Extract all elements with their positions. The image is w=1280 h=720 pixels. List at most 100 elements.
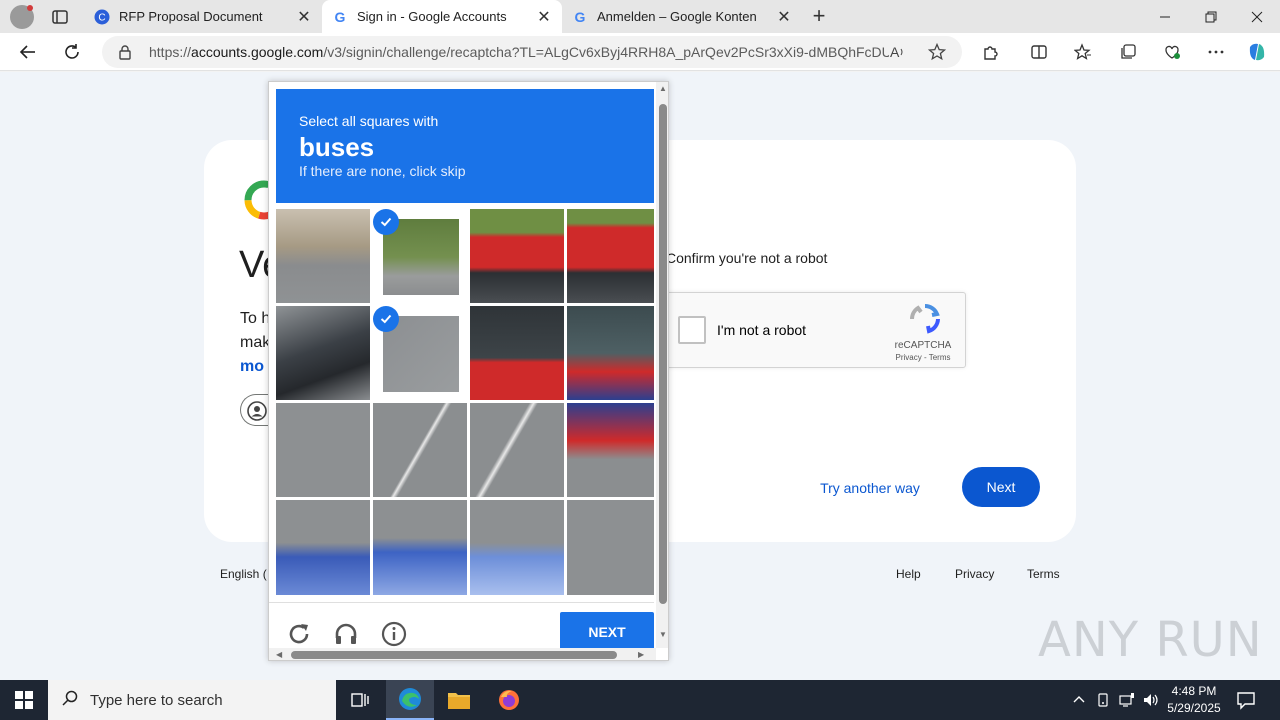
description-line: mak	[240, 334, 271, 351]
language-selector[interactable]: English (	[220, 567, 267, 581]
network-icon[interactable]	[1119, 692, 1135, 708]
taskbar-clock[interactable]: 4:48 PM 5/29/2025	[1160, 683, 1228, 717]
windows-start-icon[interactable]	[0, 680, 48, 720]
anyrun-watermark: ANY RUN	[1038, 612, 1263, 668]
image-tile[interactable]	[470, 500, 564, 595]
image-tile[interactable]	[276, 403, 370, 497]
selected-check-icon	[373, 209, 399, 235]
url-domain: accounts.google.com	[191, 44, 324, 60]
footer-terms-link[interactable]: Terms	[1027, 567, 1060, 581]
image-tile[interactable]	[567, 209, 654, 303]
learn-more-link[interactable]: mo	[240, 358, 264, 376]
svg-text:C: C	[98, 12, 105, 23]
scroll-up-icon[interactable]: ▲	[659, 84, 667, 93]
tray-overflow-chevron-icon[interactable]	[1071, 692, 1087, 708]
image-tile[interactable]	[470, 306, 564, 400]
more-options-icon[interactable]	[1205, 41, 1227, 63]
tray-device-icon[interactable]	[1095, 692, 1111, 708]
footer-help-link[interactable]: Help	[896, 567, 921, 581]
split-screen-icon[interactable]	[1028, 41, 1050, 63]
tab-sign-in-google[interactable]: G Sign in - Google Accounts ✕	[322, 0, 562, 33]
tab-anmelden-google[interactable]: G Anmelden – Google Konten ✕	[562, 0, 802, 33]
description-line: To h	[240, 310, 271, 327]
challenge-next-button[interactable]: NEXT	[560, 612, 654, 652]
image-tile[interactable]	[567, 500, 654, 595]
svg-text:G: G	[335, 9, 346, 25]
footer-privacy-link[interactable]: Privacy	[955, 567, 994, 581]
new-tab-icon[interactable]: +	[808, 5, 830, 27]
task-view-icon[interactable]	[336, 680, 384, 720]
browser-titlebar: C RFP Proposal Document ✕ G Sign in - Go…	[0, 0, 1280, 33]
try-another-way-button[interactable]: Try another way	[806, 468, 934, 508]
challenge-image-grid	[276, 209, 654, 595]
favorite-star-icon[interactable]	[927, 42, 947, 66]
image-tile[interactable]	[276, 209, 370, 303]
challenge-header: Select all squares with buses If there a…	[276, 89, 654, 203]
account-chip[interactable]	[240, 394, 270, 426]
search-icon	[62, 690, 78, 711]
google-favicon-icon: G	[332, 9, 348, 25]
search-placeholder: Type here to search	[90, 691, 223, 709]
horizontal-scrollbar[interactable]: ◀ ▶	[269, 648, 656, 660]
image-tile[interactable]	[470, 209, 564, 303]
restore-icon[interactable]	[1188, 0, 1234, 33]
address-bar[interactable]: https://accounts.google.com/v3/signin/ch…	[102, 36, 962, 68]
image-tile-selected[interactable]	[373, 209, 467, 303]
tab-label: RFP Proposal Document	[119, 9, 263, 24]
recaptcha-privacy-terms[interactable]: Privacy - Terms	[883, 353, 963, 362]
favorites-icon[interactable]	[1072, 41, 1094, 63]
image-tile-selected[interactable]	[373, 306, 467, 400]
close-tab-icon[interactable]: ✕	[536, 7, 552, 27]
next-button[interactable]: Next	[962, 467, 1040, 507]
image-tile[interactable]	[567, 403, 654, 497]
extensions-icon[interactable]	[980, 41, 1002, 63]
image-tile[interactable]	[373, 403, 467, 497]
notifications-icon[interactable]	[1236, 690, 1256, 710]
svg-text:A: A	[890, 44, 900, 60]
refresh-icon[interactable]	[60, 40, 84, 64]
file-explorer-icon[interactable]	[435, 680, 483, 720]
close-tab-icon[interactable]: ✕	[296, 7, 312, 27]
back-arrow-icon[interactable]	[16, 40, 40, 64]
reload-challenge-icon[interactable]	[286, 621, 312, 647]
account-circle-icon	[247, 401, 267, 426]
clock-time: 4:48 PM	[1171, 684, 1217, 698]
read-aloud-icon[interactable]: A	[888, 43, 906, 66]
image-tile[interactable]	[567, 306, 654, 400]
scroll-right-icon[interactable]: ▶	[638, 650, 644, 659]
image-tile[interactable]	[276, 500, 370, 595]
recaptcha-logo-icon	[909, 303, 941, 340]
minimize-icon[interactable]	[1142, 0, 1188, 33]
recaptcha-label: I'm not a robot	[717, 322, 807, 338]
url-text: https://accounts.google.com/v3/signin/ch…	[149, 44, 889, 60]
lock-icon[interactable]	[118, 44, 132, 65]
tab-label: Anmelden – Google Konten	[597, 9, 757, 24]
image-tile[interactable]	[276, 306, 370, 400]
info-icon[interactable]	[381, 621, 407, 647]
close-tab-icon[interactable]: ✕	[776, 7, 792, 27]
firefox-icon[interactable]	[485, 680, 533, 720]
horizontal-scroll-thumb[interactable]	[291, 651, 617, 659]
tab-rfp-proposal[interactable]: C RFP Proposal Document ✕	[84, 0, 322, 33]
clock-date: 5/29/2025	[1167, 701, 1221, 715]
scroll-down-icon[interactable]: ▼	[659, 630, 667, 639]
taskbar-search-box[interactable]: Type here to search	[48, 680, 336, 720]
copilot-icon[interactable]	[1246, 41, 1268, 63]
volume-icon[interactable]	[1143, 692, 1159, 708]
vertical-scroll-thumb[interactable]	[659, 104, 667, 604]
close-window-icon[interactable]	[1234, 0, 1280, 33]
audio-challenge-icon[interactable]	[333, 621, 359, 647]
challenge-target: buses	[299, 132, 375, 162]
image-tile[interactable]	[470, 403, 564, 497]
tab-actions-icon[interactable]	[50, 7, 70, 27]
windows-taskbar: Type here to search 4:48 PM 5/29/2025	[0, 680, 1280, 720]
scroll-left-icon[interactable]: ◀	[276, 650, 282, 659]
collections-icon[interactable]	[1117, 41, 1139, 63]
document-favicon-icon: C	[94, 9, 110, 25]
recaptcha-checkbox[interactable]	[678, 316, 706, 344]
vertical-scrollbar[interactable]: ▲ ▼	[656, 82, 668, 648]
edge-app-icon[interactable]	[386, 680, 434, 720]
image-tile[interactable]	[373, 500, 467, 595]
browser-toolbar: https://accounts.google.com/v3/signin/ch…	[0, 33, 1280, 71]
browser-essentials-icon[interactable]	[1161, 41, 1183, 63]
